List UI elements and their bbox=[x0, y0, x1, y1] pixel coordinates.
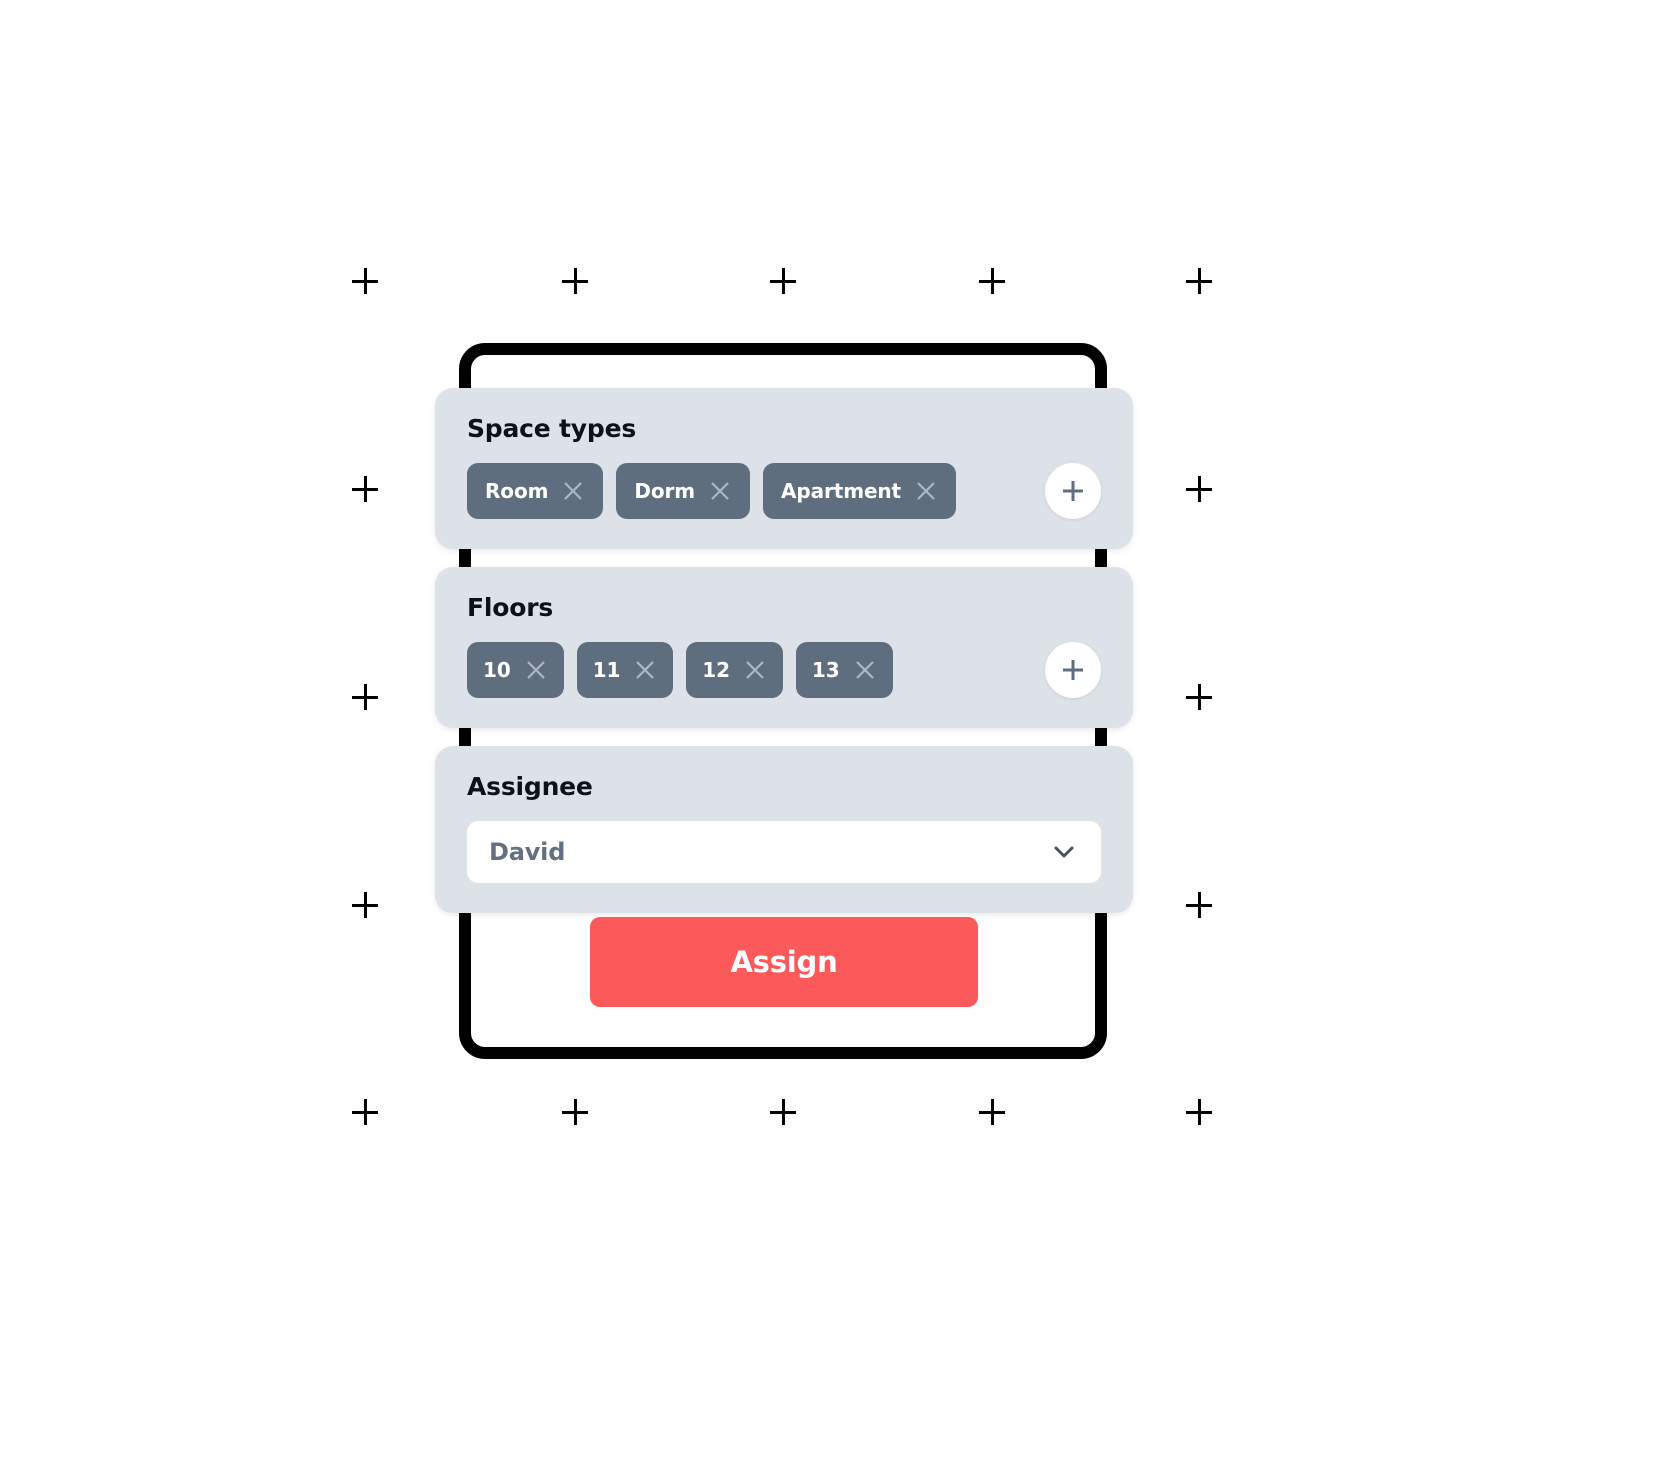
crosshair-marker bbox=[352, 892, 378, 918]
crosshair-marker bbox=[979, 1099, 1005, 1125]
assignee-select[interactable]: David bbox=[467, 821, 1101, 883]
close-icon[interactable] bbox=[561, 479, 585, 503]
assign-button[interactable]: Assign bbox=[590, 917, 978, 1007]
crosshair-marker bbox=[562, 268, 588, 294]
crosshair-marker bbox=[1186, 476, 1212, 502]
close-icon[interactable] bbox=[708, 479, 732, 503]
space-type-chip[interactable]: Dorm bbox=[616, 463, 750, 519]
add-floor-button[interactable] bbox=[1045, 642, 1101, 698]
floors-title: Floors bbox=[467, 593, 554, 622]
crosshair-marker bbox=[1186, 268, 1212, 294]
crosshair-marker bbox=[352, 1099, 378, 1125]
plus-icon bbox=[1058, 655, 1088, 685]
crosshair-marker bbox=[352, 684, 378, 710]
assignee-selected-value: David bbox=[489, 838, 566, 866]
chip-label: 13 bbox=[811, 658, 840, 682]
close-icon[interactable] bbox=[743, 658, 767, 682]
chip-label: 10 bbox=[483, 658, 511, 682]
close-icon[interactable] bbox=[524, 658, 548, 682]
crosshair-marker bbox=[1186, 1099, 1212, 1125]
floor-chip[interactable]: 11 bbox=[576, 642, 674, 698]
crosshair-marker bbox=[1186, 684, 1212, 710]
chevron-down-icon[interactable] bbox=[1049, 837, 1079, 867]
crosshair-marker bbox=[770, 1099, 796, 1125]
close-icon[interactable] bbox=[853, 658, 877, 682]
close-icon[interactable] bbox=[914, 479, 938, 503]
floor-chip[interactable]: 13 bbox=[795, 642, 893, 698]
close-icon[interactable] bbox=[633, 658, 657, 682]
chip-label: Room bbox=[485, 479, 549, 503]
assignee-section: Assignee David bbox=[435, 746, 1133, 913]
space-type-chip[interactable]: Room bbox=[467, 463, 604, 519]
crosshair-marker bbox=[770, 268, 796, 294]
space-types-chip-row: Room Dorm Apartment bbox=[467, 463, 1101, 519]
floor-chip[interactable]: 10 bbox=[467, 642, 564, 698]
space-types-section: Space types Room Dorm Apartment bbox=[435, 388, 1133, 549]
add-space-type-button[interactable] bbox=[1045, 463, 1101, 519]
crosshair-marker bbox=[562, 1099, 588, 1125]
space-type-chip[interactable]: Apartment bbox=[762, 463, 957, 519]
assignee-title: Assignee bbox=[467, 772, 593, 801]
crosshair-marker bbox=[352, 476, 378, 502]
chip-label: 11 bbox=[592, 658, 621, 682]
plus-icon bbox=[1058, 476, 1088, 506]
floors-section: Floors 10 11 12 13 bbox=[435, 567, 1133, 728]
floor-chip[interactable]: 12 bbox=[686, 642, 783, 698]
chip-label: Dorm bbox=[634, 479, 695, 503]
chip-label: Apartment bbox=[780, 479, 902, 503]
assign-form-panels: Space types Room Dorm Apartment Floors 1… bbox=[435, 388, 1133, 913]
floors-chip-row: 10 11 12 13 bbox=[467, 642, 1101, 698]
space-types-title: Space types bbox=[467, 414, 637, 443]
crosshair-marker bbox=[979, 268, 1005, 294]
crosshair-marker bbox=[1186, 892, 1212, 918]
crosshair-marker bbox=[352, 268, 378, 294]
chip-label: 12 bbox=[702, 658, 730, 682]
